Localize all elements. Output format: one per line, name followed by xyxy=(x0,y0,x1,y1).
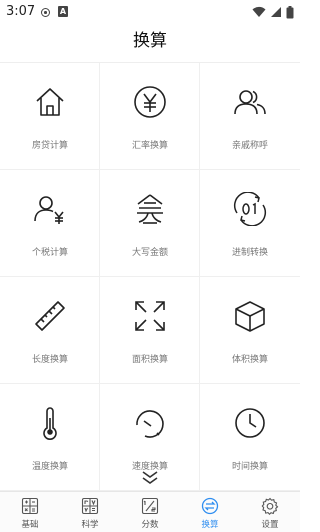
yen-circle-icon xyxy=(133,85,167,119)
chevron-down-icon[interactable] xyxy=(140,470,160,486)
nav-item-settings[interactable]: 设置 xyxy=(240,492,300,532)
status-right xyxy=(252,5,294,19)
calculator-icon xyxy=(21,497,39,515)
signal-icon xyxy=(271,7,281,17)
grid-item-relatives[interactable]: 亲戚称呼 xyxy=(200,63,300,170)
battery-icon xyxy=(286,5,294,18)
notification-dot-icon xyxy=(41,8,50,17)
notification-a-icon: A xyxy=(58,6,68,17)
grid-item-label: 温度换算 xyxy=(31,462,68,472)
grid-item-area[interactable]: 面积换算 xyxy=(100,277,200,384)
nav-label: 换算 xyxy=(201,520,219,530)
grid-item-label: 大写金额 xyxy=(131,248,168,258)
binary-cycle-icon xyxy=(233,191,267,227)
grid-item-label: 进制转换 xyxy=(231,248,268,258)
grid-item-volume[interactable]: 体积换算 xyxy=(200,277,300,384)
gear-icon xyxy=(261,497,279,515)
chinese-numeral-icon xyxy=(133,192,167,226)
nav-label: 科学 xyxy=(81,520,99,530)
scientific-calculator-icon xyxy=(81,497,99,515)
nav-label: 设置 xyxy=(261,520,279,530)
grid-item-income-tax[interactable]: 个税计算 xyxy=(0,170,100,277)
nav-item-scientific[interactable]: 科学 xyxy=(60,492,120,532)
nav-item-basic[interactable]: 基础 xyxy=(0,492,60,532)
grid-item-label: 汇率换算 xyxy=(131,141,168,151)
bottom-nav: 基础 科学 分数 换算 设置 xyxy=(0,491,300,532)
grid-item-label: 房贷计算 xyxy=(31,141,68,151)
grid-item-uppercase-amount[interactable]: 大写金额 xyxy=(100,170,200,277)
grid-item-temperature[interactable]: 温度换算 xyxy=(0,384,100,491)
grid-item-label: 体积换算 xyxy=(231,355,268,365)
grid-item-label: 时间换算 xyxy=(231,462,268,472)
status-bar: 3:07 A xyxy=(0,0,300,24)
grid-item-mortgage[interactable]: 房贷计算 xyxy=(0,63,100,170)
grid-item-base-conversion[interactable]: 进制转换 xyxy=(200,170,300,277)
people-icon xyxy=(233,85,267,119)
expand-arrows-icon xyxy=(133,299,167,333)
status-time: 3:07 xyxy=(6,4,36,19)
person-yen-icon xyxy=(33,192,67,226)
grid-item-length[interactable]: 长度换算 xyxy=(0,277,100,384)
thermometer-icon xyxy=(33,406,67,440)
title-bar: 换算 xyxy=(0,24,300,62)
grid-item-time[interactable]: 时间换算 xyxy=(200,384,300,491)
clock-icon xyxy=(233,406,267,440)
grid-item-exchange-rate[interactable]: 汇率换算 xyxy=(100,63,200,170)
wifi-icon xyxy=(252,6,266,17)
grid-item-label: 亲戚称呼 xyxy=(231,141,268,151)
ruler-icon xyxy=(33,299,67,333)
fraction-icon xyxy=(141,497,159,515)
grid-item-label: 个税计算 xyxy=(31,248,68,258)
page-title: 换算 xyxy=(133,31,167,51)
nav-label: 分数 xyxy=(141,520,159,530)
exchange-icon xyxy=(201,497,219,515)
nav-item-fraction[interactable]: 分数 xyxy=(120,492,180,532)
nav-label: 基础 xyxy=(21,520,39,530)
grid-item-label: 面积换算 xyxy=(131,355,168,365)
converter-grid: 房贷计算 汇率换算 亲戚称呼 个税计算 大写金额 进制转换 长度换算 面积换算 … xyxy=(0,62,300,492)
grid-item-label: 长度换算 xyxy=(31,355,68,365)
cube-icon xyxy=(233,299,267,333)
speedometer-icon xyxy=(133,406,167,440)
nav-item-conversion[interactable]: 换算 xyxy=(180,492,240,532)
house-icon xyxy=(33,85,67,119)
